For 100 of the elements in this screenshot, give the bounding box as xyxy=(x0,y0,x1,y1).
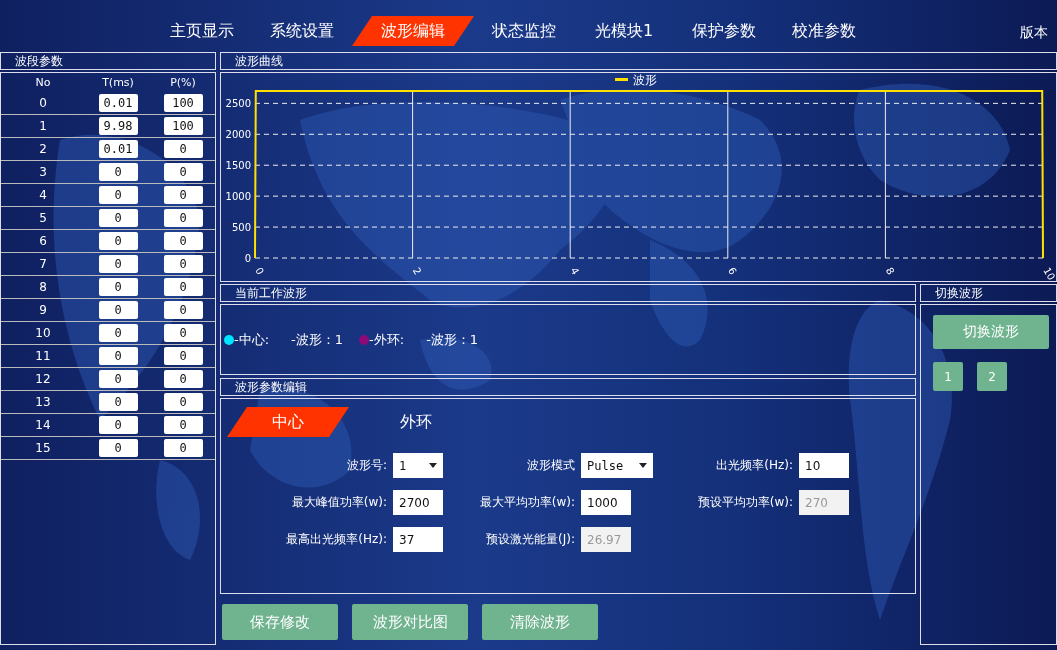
edit-tab[interactable]: 外环 xyxy=(355,407,477,437)
power-field[interactable]: 0 xyxy=(163,255,203,273)
panel-title: 波段参数 xyxy=(0,52,216,70)
input-field[interactable]: 37 xyxy=(393,527,443,552)
power-field[interactable]: 0 xyxy=(163,163,203,181)
row-number: 12 xyxy=(35,372,51,386)
nav-tab[interactable]: 状态监控 xyxy=(474,16,574,46)
row-number: 7 xyxy=(39,257,47,271)
power-field[interactable]: 0 xyxy=(163,347,203,365)
power-field[interactable]: 0 xyxy=(163,393,203,411)
nav-tab[interactable]: 保护参数 xyxy=(674,16,774,46)
power-field[interactable]: 0 xyxy=(163,186,203,204)
dropdown[interactable]: 1 xyxy=(393,453,443,478)
nav-tab[interactable]: 系统设置 xyxy=(252,16,352,46)
input-field[interactable]: 2700 xyxy=(393,490,443,515)
row-number: 11 xyxy=(35,349,51,363)
axis-label: 10 xyxy=(1041,265,1056,281)
time-field[interactable]: 0 xyxy=(98,393,138,411)
power-field[interactable]: 0 xyxy=(163,416,203,434)
axis-label: 4 xyxy=(568,265,582,277)
field-label: 出光频率(Hz): xyxy=(715,457,793,474)
axis-label: 2500 xyxy=(225,98,251,110)
nav-tab[interactable]: 光模块1 xyxy=(574,16,674,46)
time-field[interactable]: 0 xyxy=(98,209,138,227)
axis-label: 6 xyxy=(726,265,739,277)
field-label: 预设激光能量(J): xyxy=(485,531,575,548)
row-number: 9 xyxy=(39,303,47,317)
axis-label: 1000 xyxy=(225,191,251,203)
row-number: 10 xyxy=(35,326,51,340)
axis-label: 2000 xyxy=(225,129,251,141)
time-field[interactable]: 0 xyxy=(98,439,138,457)
wave-label: -中心: xyxy=(234,331,270,349)
field-label: 最大平均功率(w): xyxy=(478,494,575,511)
power-field[interactable]: 0 xyxy=(163,209,203,227)
axis-label: 1500 xyxy=(225,160,251,172)
legend-label: 波形 xyxy=(633,73,657,87)
time-field[interactable]: 0 xyxy=(98,416,138,434)
row-number: 15 xyxy=(35,441,51,455)
row-number: 14 xyxy=(35,418,51,432)
input-field[interactable]: 10 xyxy=(799,453,849,478)
time-field[interactable]: 0 xyxy=(98,347,138,365)
caret-icon xyxy=(429,463,437,468)
nav-tab[interactable]: 校准参数 xyxy=(774,16,874,46)
time-field[interactable]: 9.98 xyxy=(98,117,138,135)
wave-value: -波形：1 xyxy=(426,331,479,349)
time-field[interactable]: 0 xyxy=(98,163,138,181)
power-field[interactable]: 0 xyxy=(163,439,203,457)
power-field[interactable]: 100 xyxy=(163,94,203,112)
panel-title: 波形曲线 xyxy=(220,52,1057,70)
time-field[interactable]: 0.01 xyxy=(98,140,138,158)
field-label: 最高出光频率(Hz): xyxy=(285,531,387,548)
time-field[interactable]: 0.01 xyxy=(98,94,138,112)
axis-label: 0 xyxy=(244,253,251,264)
power-field[interactable]: 0 xyxy=(163,278,203,296)
panel-title: 当前工作波形 xyxy=(220,284,916,302)
row-number: 3 xyxy=(39,165,47,179)
wave-label: -外环: xyxy=(369,331,405,349)
row-number: 4 xyxy=(39,188,47,202)
time-field[interactable]: 0 xyxy=(98,255,138,273)
power-field[interactable]: 0 xyxy=(163,232,203,250)
row-number: 13 xyxy=(35,395,51,409)
edit-tab[interactable]: 中心 xyxy=(227,407,349,437)
dropdown[interactable]: Pulse xyxy=(581,453,653,478)
version-link[interactable]: 版本 xyxy=(1020,24,1048,42)
time-field[interactable]: 0 xyxy=(98,301,138,319)
time-field[interactable]: 0 xyxy=(98,186,138,204)
input-field[interactable]: 1000 xyxy=(581,490,631,515)
field-label: 波形模式 xyxy=(526,457,575,474)
field-label: 最大峰值功率(w): xyxy=(290,494,387,511)
row-number: 5 xyxy=(39,211,47,225)
power-field[interactable]: 0 xyxy=(163,140,203,158)
axis-label: 8 xyxy=(883,265,897,277)
nav-tab[interactable]: 波形编辑 xyxy=(352,16,474,46)
panel-title: 波形参数编辑 xyxy=(220,378,916,396)
power-field[interactable]: 0 xyxy=(163,301,203,319)
panel-title: 切换波形 xyxy=(920,284,1057,302)
row-number: 6 xyxy=(39,234,47,248)
caret-icon xyxy=(639,463,647,468)
row-number: 8 xyxy=(39,280,47,294)
row-number: 1 xyxy=(39,119,47,133)
nav-tab[interactable]: 主页显示 xyxy=(152,16,252,46)
column-header: P(%) xyxy=(170,76,196,89)
legend: 波形 xyxy=(615,73,657,87)
time-field[interactable]: 0 xyxy=(98,370,138,388)
axis-label: 500 xyxy=(231,222,251,234)
power-field[interactable]: 0 xyxy=(163,324,203,342)
axis-label: 2 xyxy=(410,265,424,277)
wave-value: -波形：1 xyxy=(291,331,344,349)
time-field[interactable]: 0 xyxy=(98,324,138,342)
time-field[interactable]: 0 xyxy=(98,232,138,250)
column-header: No xyxy=(35,76,51,89)
field-label: 波形号: xyxy=(345,457,387,474)
field-label: 预设平均功率(w): xyxy=(696,494,793,511)
axis-label: 0 xyxy=(253,265,266,277)
row-number: 2 xyxy=(39,142,47,156)
column-header: T(ms) xyxy=(102,76,134,89)
power-field[interactable]: 0 xyxy=(163,370,203,388)
row-number: 0 xyxy=(39,96,47,110)
time-field[interactable]: 0 xyxy=(98,278,138,296)
power-field[interactable]: 100 xyxy=(163,117,203,135)
